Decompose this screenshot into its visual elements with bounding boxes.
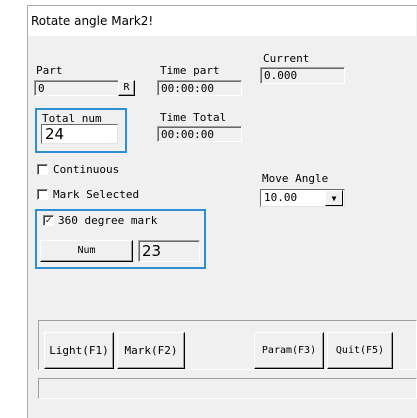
triangle-down-icon[interactable]: ▼ bbox=[325, 190, 343, 206]
move-angle-value: 10.00 bbox=[264, 191, 298, 204]
continuous-label: Continuous bbox=[53, 163, 120, 176]
degree-mark-checkbox[interactable]: ✓ bbox=[43, 215, 54, 226]
degree-mark-label: 360 degree mark bbox=[58, 214, 158, 227]
total-num-input[interactable]: 24 bbox=[41, 124, 118, 144]
mark-button[interactable]: Mark(F2) bbox=[117, 332, 185, 369]
r-button[interactable]: R bbox=[118, 80, 135, 96]
time-part-value: 00:00:00 bbox=[157, 80, 242, 96]
current-value: 0.000 bbox=[260, 67, 345, 84]
param-button[interactable]: Param(F3) bbox=[254, 332, 324, 369]
num-value: 23 bbox=[138, 240, 200, 262]
part-value: 0 bbox=[34, 80, 119, 96]
quit-button[interactable]: Quit(F5) bbox=[327, 332, 393, 369]
num-button[interactable]: Num bbox=[40, 240, 133, 262]
check-icon: ✓ bbox=[45, 215, 52, 226]
mark-selected-label: Mark Selected bbox=[53, 188, 140, 201]
move-angle-label: Move Angle bbox=[262, 172, 329, 185]
window-title: Rotate angle Mark2! bbox=[31, 14, 154, 28]
current-label: Current bbox=[263, 52, 310, 65]
part-label: Part bbox=[36, 64, 63, 77]
status-bar bbox=[38, 378, 417, 399]
light-button[interactable]: Light(F1) bbox=[44, 332, 114, 369]
time-total-value: 00:00:00 bbox=[157, 126, 242, 142]
time-part-label: Time part bbox=[160, 64, 220, 77]
time-total-label: Time Total bbox=[160, 111, 227, 124]
mark-selected-checkbox[interactable] bbox=[37, 189, 48, 200]
continuous-checkbox[interactable] bbox=[37, 164, 48, 175]
